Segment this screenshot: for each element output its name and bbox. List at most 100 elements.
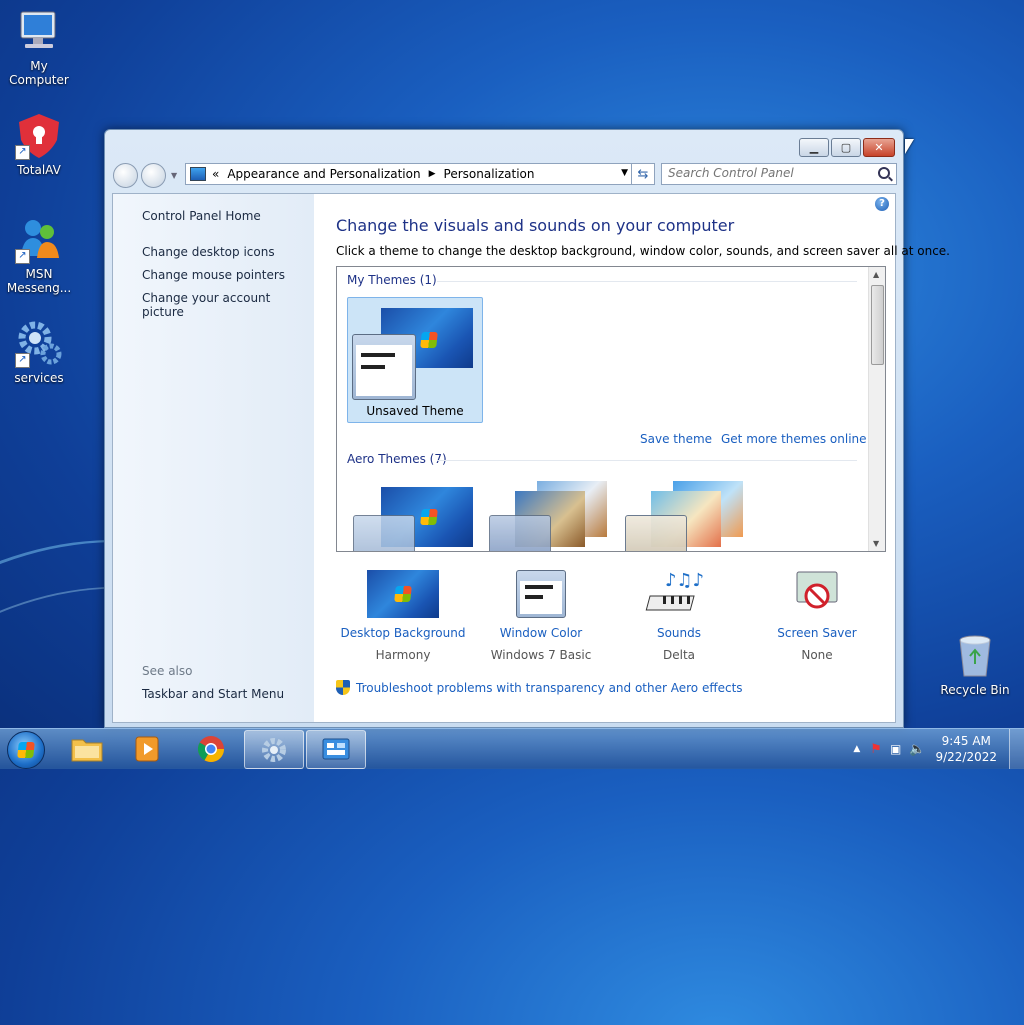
window-color-swatch (625, 515, 687, 551)
theme-tile-unsaved[interactable]: Unsaved Theme (347, 297, 483, 423)
desktop-background-setting[interactable]: Desktop Background Harmony (333, 570, 473, 662)
media-player-icon (135, 736, 159, 761)
group-divider (437, 281, 857, 282)
start-button[interactable] (7, 731, 45, 769)
minimize-button[interactable]: ▁ (799, 138, 829, 157)
screen-saver-value: None (801, 648, 833, 662)
shortcut-arrow-icon: ↗ (15, 353, 30, 368)
taskbar-start-menu-link[interactable]: Taskbar and Start Menu (142, 687, 284, 701)
search-icon[interactable] (878, 167, 890, 179)
chrome-icon (197, 735, 225, 762)
action-center-flag-icon[interactable]: ⚑ (870, 742, 882, 757)
desktop-icon-msn-messenger[interactable]: ↗ MSN Messeng... (0, 216, 78, 295)
control-panel-icon (190, 167, 206, 181)
svg-text:♪♫♪: ♪♫♪ (665, 570, 704, 591)
navigation-bar: ▼ « Appearance and Personalization ▶ Per… (113, 163, 897, 188)
change-account-picture-link[interactable]: Change your account picture (142, 291, 314, 319)
scrollbar-thumb[interactable] (871, 285, 884, 365)
troubleshoot-aero-label[interactable]: Troubleshoot problems with transparency … (356, 681, 743, 695)
get-more-themes-link[interactable]: Get more themes online (721, 432, 867, 446)
main-pane: Change the visuals and sounds on your co… (333, 194, 950, 722)
page-title: Change the visuals and sounds on your co… (336, 216, 735, 235)
show-hidden-icons-icon[interactable]: ▲ (853, 744, 860, 754)
desktop-icon-recycle-bin[interactable]: Recycle Bin (936, 632, 1014, 697)
change-mouse-pointers-link[interactable]: Change mouse pointers (142, 268, 285, 282)
desktop-icon-totalav[interactable]: ↗ TotalAV (0, 112, 78, 177)
services-gear-icon (262, 737, 286, 762)
close-button[interactable]: ✕ (863, 138, 895, 157)
window-color-icon (505, 570, 577, 618)
sounds-link[interactable]: Sounds (609, 626, 749, 640)
sounds-value: Delta (662, 648, 695, 662)
taskbar-services[interactable] (244, 730, 304, 769)
taskbar-control-panel[interactable] (306, 730, 366, 769)
desktop-icon-label: Recycle Bin (940, 683, 1010, 697)
address-bar[interactable]: « Appearance and Personalization ▶ Perso… (185, 163, 655, 185)
shortcut-arrow-icon: ↗ (15, 249, 30, 264)
windows-logo-icon (420, 332, 438, 348)
control-panel-home-link[interactable]: Control Panel Home (142, 209, 261, 223)
screen-saver-setting[interactable]: Screen Saver None (747, 570, 887, 662)
search-input[interactable] (662, 164, 874, 182)
recent-pages-dropdown-icon[interactable]: ▼ (171, 171, 177, 180)
maximize-button[interactable]: ▢ (831, 138, 861, 157)
taskbar-chrome[interactable] (182, 730, 240, 767)
save-theme-link[interactable]: Save theme (640, 432, 712, 446)
scroll-down-icon[interactable]: ▼ (873, 539, 879, 548)
breadcrumb-personalization[interactable]: Personalization (444, 167, 535, 181)
theme-tile-windows7[interactable] (351, 477, 481, 551)
desktop-icon-label: TotalAV (17, 163, 61, 177)
change-desktop-icons-link[interactable]: Change desktop icons (142, 245, 275, 259)
back-button[interactable] (113, 163, 138, 188)
window-color-value: Windows 7 Basic (490, 648, 592, 662)
troubleshoot-aero-link[interactable]: Troubleshoot problems with transparency … (336, 680, 743, 695)
search-box[interactable] (661, 163, 897, 185)
windows-logo-icon (394, 586, 412, 602)
window-color-swatch (352, 334, 416, 400)
windows-logo-icon (17, 742, 35, 758)
window-color-setting[interactable]: Window Color Windows 7 Basic (471, 570, 611, 662)
screen-saver-link[interactable]: Screen Saver (747, 626, 887, 640)
volume-icon[interactable]: 🔈 (909, 742, 925, 757)
desktop-icon-my-computer[interactable]: My Computer (0, 8, 78, 87)
uac-shield-icon (336, 680, 350, 695)
shortcut-arrow-icon: ↗ (15, 145, 30, 160)
window-color-link[interactable]: Window Color (471, 626, 611, 640)
personalization-window: ▁ ▢ ✕ ▼ « Appearance and Personalization… (104, 129, 950, 728)
desktop-icon-label: My Computer (9, 59, 69, 87)
system-tray: ▲ ⚑ ▣ 🔈 9:45 AM 9/22/2022 (853, 729, 1024, 769)
window-color-swatch (353, 515, 415, 551)
sounds-setting[interactable]: ♪♫♪ Sounds Delta (609, 570, 749, 662)
address-dropdown-icon[interactable]: ▼ (621, 168, 628, 178)
breadcrumb-overflow[interactable]: « (212, 167, 219, 181)
clock[interactable]: 9:45 AM 9/22/2022 (935, 733, 997, 765)
msn-messenger-icon: ↗ (15, 216, 63, 264)
show-desktop-button[interactable] (1009, 729, 1024, 769)
theme-tile-characters[interactable] (623, 477, 753, 551)
folder-icon (71, 739, 103, 761)
task-pane: Control Panel Home Change desktop icons … (113, 194, 314, 722)
taskbar-media-player[interactable] (118, 730, 176, 767)
aero-themes-heading: Aero Themes (7) (347, 452, 447, 466)
my-themes-heading: My Themes (1) (347, 273, 437, 287)
desktop-icon-label: MSN Messeng... (6, 267, 72, 295)
group-divider (437, 460, 857, 461)
services-gear-icon: ↗ (15, 320, 63, 368)
network-icon[interactable]: ▣ (890, 742, 901, 756)
scroll-up-icon[interactable]: ▲ (873, 270, 879, 279)
taskbar-explorer[interactable] (58, 730, 116, 767)
clock-time: 9:45 AM (941, 734, 991, 748)
forward-button[interactable] (141, 163, 166, 188)
breadcrumb-separator-icon[interactable]: ▶ (429, 169, 436, 179)
content-area: Control Panel Home Change desktop icons … (112, 193, 950, 723)
refresh-icon[interactable]: ⇆ (631, 164, 654, 184)
breadcrumb-appearance[interactable]: Appearance and Personalization (227, 167, 420, 181)
theme-tile-architecture[interactable] (487, 477, 617, 551)
clock-date: 9/22/2022 (935, 750, 997, 764)
theme-list-scrollbar[interactable]: ▲ ▼ (868, 267, 885, 551)
desktop-icon-services[interactable]: ↗ services (0, 320, 78, 385)
desktop-background-link[interactable]: Desktop Background (333, 626, 473, 640)
computer-icon (15, 8, 63, 56)
page-subtitle: Click a theme to change the desktop back… (336, 244, 950, 258)
desktop-background-icon (367, 570, 439, 618)
